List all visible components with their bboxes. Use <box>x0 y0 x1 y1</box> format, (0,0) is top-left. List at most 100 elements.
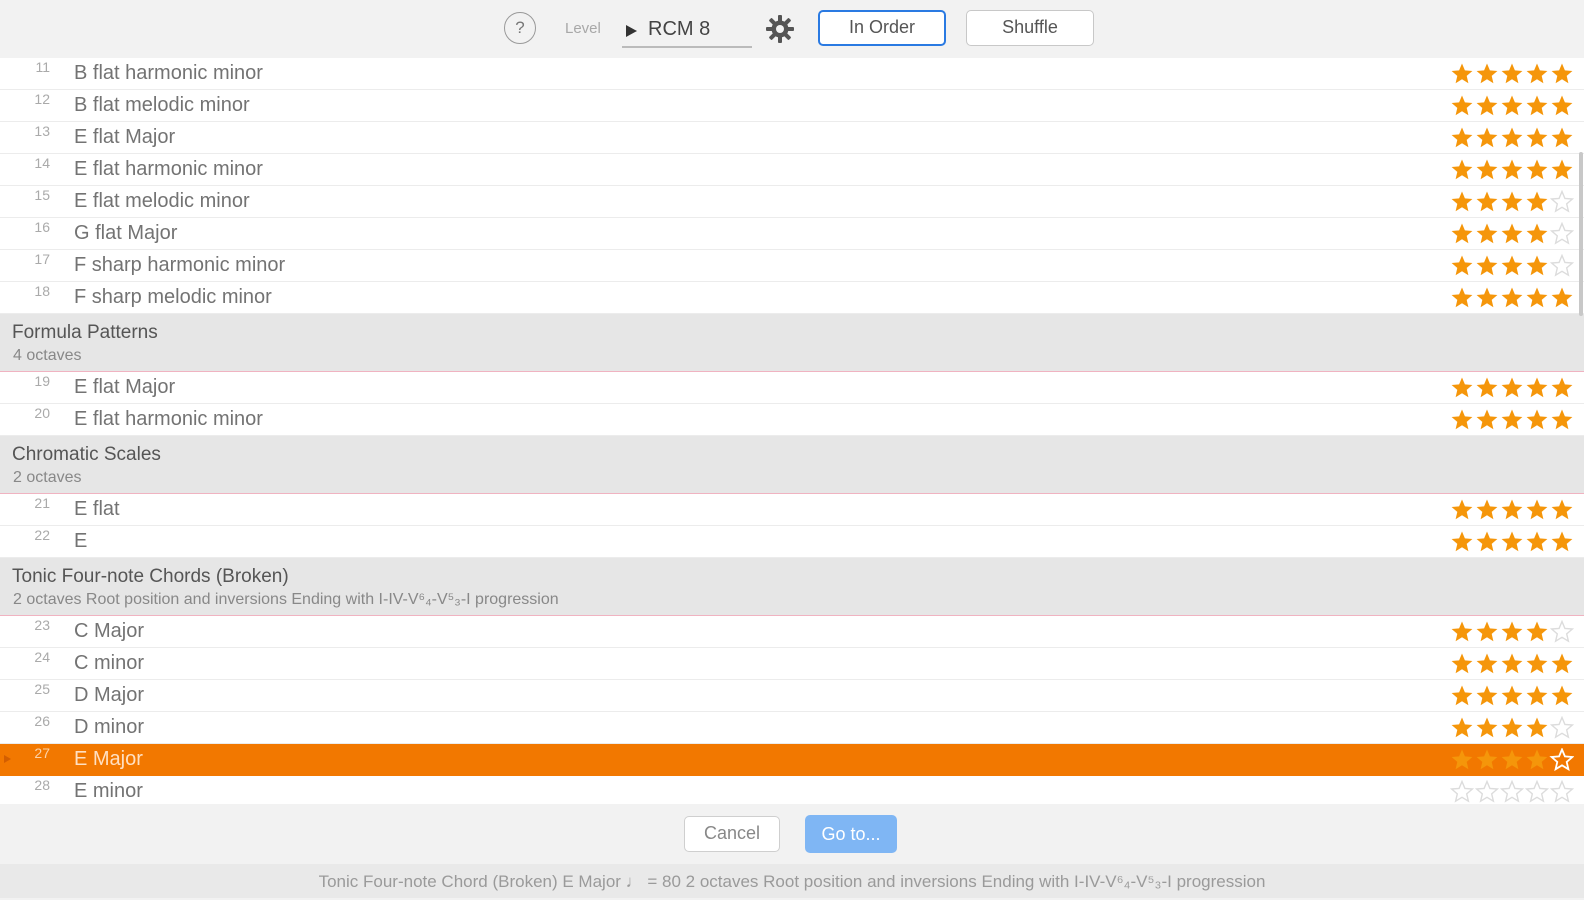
star-filled-icon[interactable] <box>1526 255 1548 276</box>
star-rating[interactable] <box>1450 221 1575 246</box>
star-filled-icon[interactable] <box>1476 531 1498 552</box>
star-rating[interactable] <box>1450 715 1575 740</box>
star-filled-icon[interactable] <box>1476 287 1498 308</box>
star-filled-icon[interactable] <box>1526 223 1548 244</box>
list-item[interactable]: 22 E <box>0 526 1584 558</box>
list-item[interactable]: 21 E flat <box>0 494 1584 526</box>
star-filled-icon[interactable] <box>1526 159 1548 180</box>
star-filled-icon[interactable] <box>1551 653 1573 674</box>
star-filled-icon[interactable] <box>1526 127 1548 148</box>
shuffle-button[interactable]: Shuffle <box>966 10 1094 46</box>
star-empty-icon[interactable] <box>1499 779 1525 803</box>
star-filled-icon[interactable] <box>1526 717 1548 738</box>
gear-icon[interactable] <box>765 14 795 44</box>
star-filled-icon[interactable] <box>1526 287 1548 308</box>
star-filled-icon[interactable] <box>1551 531 1573 552</box>
list-item[interactable]: 25 D Major <box>0 680 1584 712</box>
list-item[interactable]: 23 C Major <box>0 616 1584 648</box>
star-filled-icon[interactable] <box>1451 685 1473 706</box>
star-filled-icon[interactable] <box>1451 223 1473 244</box>
star-filled-icon[interactable] <box>1526 377 1548 398</box>
star-filled-icon[interactable] <box>1476 653 1498 674</box>
star-filled-icon[interactable] <box>1501 191 1523 212</box>
star-rating[interactable] <box>1450 189 1575 214</box>
star-filled-icon[interactable] <box>1526 621 1548 642</box>
star-rating[interactable] <box>1450 253 1575 278</box>
star-rating[interactable] <box>1450 126 1574 150</box>
star-filled-icon[interactable] <box>1501 287 1523 308</box>
list-item[interactable]: 17 F sharp harmonic minor <box>0 250 1584 282</box>
star-filled-icon[interactable] <box>1476 223 1498 244</box>
star-filled-icon[interactable] <box>1451 127 1473 148</box>
list-item[interactable]: 12 B flat melodic minor <box>0 90 1584 122</box>
star-rating[interactable] <box>1450 652 1574 676</box>
star-rating[interactable] <box>1450 530 1574 554</box>
star-rating[interactable] <box>1449 779 1575 804</box>
scrollbar[interactable] <box>1579 152 1583 316</box>
star-filled-icon[interactable] <box>1501 621 1523 642</box>
star-filled-icon[interactable] <box>1551 499 1573 520</box>
star-filled-icon[interactable] <box>1551 685 1573 706</box>
star-filled-icon[interactable] <box>1451 95 1473 116</box>
star-rating[interactable] <box>1450 286 1574 310</box>
cancel-button[interactable]: Cancel <box>684 816 780 852</box>
star-filled-icon[interactable] <box>1501 127 1523 148</box>
star-filled-icon[interactable] <box>1451 749 1473 770</box>
star-filled-icon[interactable] <box>1526 409 1548 430</box>
star-filled-icon[interactable] <box>1451 191 1473 212</box>
star-filled-icon[interactable] <box>1451 653 1473 674</box>
in-order-button[interactable]: In Order <box>818 10 946 46</box>
star-filled-icon[interactable] <box>1476 159 1498 180</box>
star-filled-icon[interactable] <box>1501 499 1523 520</box>
star-filled-icon[interactable] <box>1501 531 1523 552</box>
star-rating[interactable] <box>1450 62 1574 86</box>
star-filled-icon[interactable] <box>1501 377 1523 398</box>
star-filled-icon[interactable] <box>1526 191 1548 212</box>
star-filled-icon[interactable] <box>1451 63 1473 84</box>
star-filled-icon[interactable] <box>1451 717 1473 738</box>
star-filled-icon[interactable] <box>1451 621 1473 642</box>
star-filled-icon[interactable] <box>1476 255 1498 276</box>
star-filled-icon[interactable] <box>1551 377 1573 398</box>
star-rating[interactable] <box>1450 94 1574 118</box>
star-filled-icon[interactable] <box>1451 499 1473 520</box>
star-filled-icon[interactable] <box>1476 409 1498 430</box>
star-filled-icon[interactable] <box>1501 223 1523 244</box>
star-empty-icon[interactable] <box>1549 619 1575 643</box>
star-filled-icon[interactable] <box>1551 63 1573 84</box>
list-item[interactable]: 19 E flat Major <box>0 372 1584 404</box>
list-item[interactable]: 16 G flat Major <box>0 218 1584 250</box>
star-filled-icon[interactable] <box>1526 749 1548 770</box>
star-filled-icon[interactable] <box>1526 499 1548 520</box>
star-filled-icon[interactable] <box>1476 63 1498 84</box>
star-filled-icon[interactable] <box>1451 377 1473 398</box>
star-filled-icon[interactable] <box>1476 499 1498 520</box>
star-filled-icon[interactable] <box>1451 409 1473 430</box>
list-item[interactable]: 11 B flat harmonic minor <box>0 58 1584 90</box>
star-filled-icon[interactable] <box>1501 685 1523 706</box>
star-filled-icon[interactable] <box>1476 127 1498 148</box>
list-item[interactable]: 13 E flat Major <box>0 122 1584 154</box>
star-filled-icon[interactable] <box>1476 191 1498 212</box>
star-rating[interactable] <box>1450 747 1575 772</box>
star-filled-icon[interactable] <box>1551 409 1573 430</box>
star-filled-icon[interactable] <box>1526 95 1548 116</box>
star-empty-icon[interactable] <box>1549 221 1575 245</box>
star-filled-icon[interactable] <box>1526 63 1548 84</box>
list-item-selected[interactable]: 27 E Major <box>0 744 1584 776</box>
star-rating[interactable] <box>1450 684 1574 708</box>
star-rating[interactable] <box>1450 498 1574 522</box>
star-filled-icon[interactable] <box>1526 531 1548 552</box>
star-filled-icon[interactable] <box>1451 159 1473 180</box>
star-rating[interactable] <box>1450 376 1574 400</box>
star-filled-icon[interactable] <box>1451 255 1473 276</box>
star-filled-icon[interactable] <box>1501 409 1523 430</box>
star-filled-icon[interactable] <box>1501 255 1523 276</box>
go-to-button[interactable]: Go to... <box>805 815 897 853</box>
list-item[interactable]: 20 E flat harmonic minor <box>0 404 1584 436</box>
star-empty-icon[interactable] <box>1549 779 1575 803</box>
list-item[interactable]: 28 E minor <box>0 776 1584 804</box>
list-item[interactable]: 15 E flat melodic minor <box>0 186 1584 218</box>
star-filled-icon[interactable] <box>1451 287 1473 308</box>
star-filled-icon[interactable] <box>1476 95 1498 116</box>
